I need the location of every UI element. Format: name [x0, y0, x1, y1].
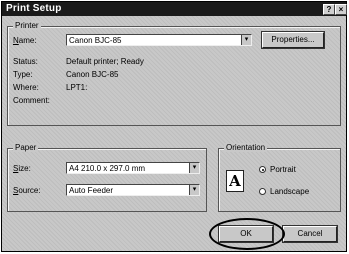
status-value: Default printer; Ready	[66, 57, 144, 66]
printer-group-label: Printer	[13, 21, 41, 30]
portrait-radio[interactable]	[259, 166, 266, 173]
portrait-label[interactable]: Portrait	[270, 165, 296, 174]
highlight-circle	[209, 218, 285, 250]
status-label: Status:	[13, 57, 38, 66]
printer-name-select[interactable]: Canon BJC-85 ▾	[66, 34, 252, 46]
properties-button[interactable]: Properties...	[261, 31, 325, 49]
paper-size-select[interactable]: A4 210.0 x 297.0 mm ▾	[66, 162, 200, 174]
size-label: Size:	[13, 164, 31, 173]
landscape-radio[interactable]	[259, 188, 266, 195]
chevron-down-icon[interactable]: ▾	[241, 35, 251, 45]
dialog-title: Print Setup	[6, 3, 62, 14]
help-button[interactable]: ?	[323, 4, 335, 15]
printer-name-value: Canon BJC-85	[69, 36, 122, 45]
close-button[interactable]: ×	[335, 4, 347, 15]
paper-group-label: Paper	[13, 143, 39, 152]
comment-label: Comment:	[13, 96, 50, 105]
where-value: LPT1:	[66, 83, 88, 92]
paper-source-select[interactable]: Auto Feeder ▾	[66, 184, 200, 196]
title-bar: Print Setup ? ×	[2, 2, 347, 16]
paper-size-value: A4 210.0 x 297.0 mm	[69, 164, 146, 173]
orientation-group-label: Orientation	[224, 143, 268, 152]
cancel-button[interactable]: Cancel	[282, 225, 338, 243]
orientation-group: Orientation A Portrait Landscape	[218, 143, 341, 212]
chevron-down-icon[interactable]: ▾	[189, 185, 199, 195]
chevron-down-icon[interactable]: ▾	[189, 163, 199, 173]
name-label: Name:	[13, 36, 37, 45]
paper-source-value: Auto Feeder	[69, 186, 114, 195]
source-label: Source:	[13, 186, 41, 195]
print-setup-dialog: Print Setup ? × Printer Name: Canon BJC-…	[1, 1, 347, 252]
paper-group: Paper Size: A4 210.0 x 297.0 mm ▾ Source…	[7, 143, 207, 212]
type-value: Canon BJC-85	[66, 70, 119, 79]
where-label: Where:	[13, 83, 39, 92]
type-label: Type:	[13, 70, 33, 79]
portrait-page-icon: A	[226, 170, 244, 192]
landscape-label[interactable]: Landscape	[270, 187, 309, 196]
printer-group: Printer Name: Canon BJC-85 ▾ Properties.…	[7, 21, 341, 126]
